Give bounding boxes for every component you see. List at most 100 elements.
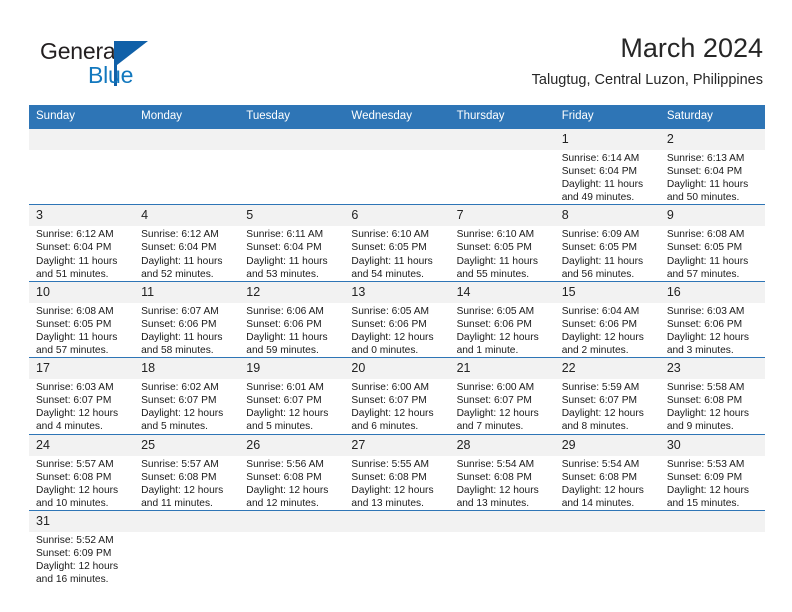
day-details: Sunrise: 5:54 AM Sunset: 6:08 PM Daylight:… xyxy=(450,456,555,510)
sunrise-text: Sunrise: 6:14 AM xyxy=(561,153,640,164)
day-number: 22 xyxy=(554,358,660,380)
calendar-day-cell[interactable]: 16 Sunrise: 6:03 AM Sunset: 6:06 PM Dayligh… xyxy=(659,280,765,358)
daylight-text-line1: Daylight: 12 hours xyxy=(456,484,539,496)
daylight-text-line2: and 52 minutes. xyxy=(141,268,214,280)
sunrise-text: Sunrise: 6:08 AM xyxy=(36,305,114,317)
calendar-day-cell[interactable]: 14 Sunrise: 6:05 AM Sunset: 6:06 PM Dayligh… xyxy=(449,280,555,358)
calendar-day-cell[interactable]: 5 Sunrise: 6:11 AM Sunset: 6:04 PM Daylight… xyxy=(239,204,345,282)
calendar-day-cell[interactable]: 17 Sunrise: 6:03 AM Sunset: 6:07 PM Dayligh… xyxy=(29,357,135,434)
day-details: Sunrise: 6:02 AM Sunset: 6:07 PM Daylight:… xyxy=(134,379,239,433)
day-number xyxy=(134,129,240,150)
sunset-text: Sunset: 6:04 PM xyxy=(666,166,743,178)
sunrise-text: Sunrise: 5:53 AM xyxy=(666,458,745,470)
sunrise-text: Sunrise: 5:58 AM xyxy=(666,382,745,394)
daylight-text-line2: and 54 minutes. xyxy=(351,268,424,280)
daylight-text-line2: and 1 minute. xyxy=(456,345,519,357)
daylight-text-line2: and 13 minutes. xyxy=(351,497,424,509)
calendar-day-cell[interactable]: 4 Sunrise: 6:12 AM Sunset: 6:04 PM Daylight… xyxy=(134,204,240,282)
sunset-text: Sunset: 6:06 PM xyxy=(351,318,427,330)
daylight-text-line2: and 4 minutes. xyxy=(36,421,103,433)
daylight-text-line1: Daylight: 11 hours xyxy=(456,255,538,267)
day-number: 5 xyxy=(239,205,345,227)
day-details: Sunrise: 6:10 AM Sunset: 6:05 PM Daylight:… xyxy=(450,226,555,280)
calendar-day-cell[interactable]: 15 Sunrise: 6:04 AM Sunset: 6:06 PM Dayligh… xyxy=(554,280,660,358)
sunrise-text: Sunrise: 5:57 AM xyxy=(36,458,114,470)
calendar-day-cell[interactable]: 21 Sunrise: 6:00 AM Sunset: 6:07 PM Dayligh… xyxy=(449,357,555,434)
daylight-text-line2: and 57 minutes. xyxy=(36,345,109,357)
sunset-text: Sunset: 6:06 PM xyxy=(141,318,217,330)
daylight-text-line1: Daylight: 12 hours xyxy=(246,408,329,420)
calendar-day-cell[interactable]: 28 Sunrise: 5:54 AM Sunset: 6:08 PM Dayligh… xyxy=(449,433,555,511)
calendar-day-cell[interactable]: 9 Sunrise: 6:08 AM Sunset: 6:05 PM Daylight… xyxy=(659,204,765,282)
calendar-day-cell[interactable]: 26 Sunrise: 5:56 AM Sunset: 6:08 PM Dayligh… xyxy=(239,433,345,511)
day-number: 23 xyxy=(659,358,765,380)
day-number xyxy=(29,129,135,150)
sunrise-text: Sunrise: 5:59 AM xyxy=(561,382,640,394)
calendar-day-cell[interactable]: 12 Sunrise: 6:06 AM Sunset: 6:06 PM Dayligh… xyxy=(239,280,345,358)
daylight-text-line1: Daylight: 12 hours xyxy=(666,408,749,420)
daylight-text-line1: Daylight: 12 hours xyxy=(141,408,224,420)
daylight-text-line2: and 15 minutes. xyxy=(666,497,740,509)
day-number xyxy=(449,510,555,532)
day-details: Sunrise: 6:12 AM Sunset: 6:04 PM Daylight:… xyxy=(29,226,134,280)
day-details: Sunrise: 6:12 AM Sunset: 6:04 PM Daylight:… xyxy=(134,226,239,280)
sunrise-text: Sunrise: 6:03 AM xyxy=(666,305,745,317)
sunset-text: Sunset: 6:06 PM xyxy=(456,318,532,330)
sunset-text: Sunset: 6:08 PM xyxy=(141,471,217,483)
page-title: March 2024 xyxy=(620,33,763,63)
calendar-day-cell[interactable]: 8 Sunrise: 6:09 AM Sunset: 6:05 PM Daylight… xyxy=(554,204,660,282)
sunrise-text: Sunrise: 5:54 AM xyxy=(456,458,535,470)
page-header: General Blue March 2024 Talugtug, Centra… xyxy=(0,0,792,100)
calendar-day-cell[interactable]: 11 Sunrise: 6:07 AM Sunset: 6:06 PM Dayligh… xyxy=(134,280,240,358)
sunrise-text: Sunrise: 6:10 AM xyxy=(351,229,430,241)
daylight-text-line1: Daylight: 12 hours xyxy=(351,484,434,496)
calendar-day-cell[interactable]: 18 Sunrise: 6:02 AM Sunset: 6:07 PM Dayligh… xyxy=(134,357,240,434)
sunset-text: Sunset: 6:09 PM xyxy=(666,471,743,483)
day-details: Sunrise: 5:52 AM Sunset: 6:09 PM Daylight:… xyxy=(29,532,134,586)
calendar-table: Sunday Monday Tuesday Wednesday Thursday… xyxy=(29,105,765,587)
calendar-day-cell[interactable]: 25 Sunrise: 5:57 AM Sunset: 6:08 PM Dayligh… xyxy=(134,433,240,511)
sunset-text: Sunset: 6:07 PM xyxy=(561,395,638,407)
calendar-day-cell[interactable]: 6 Sunrise: 6:10 AM Sunset: 6:05 PM Daylight… xyxy=(344,204,450,282)
sunrise-text: Sunrise: 6:11 AM xyxy=(246,229,324,241)
day-number xyxy=(239,129,345,150)
sunrise-text: Sunrise: 6:12 AM xyxy=(36,229,114,241)
sunrise-text: Sunrise: 6:12 AM xyxy=(141,229,219,241)
calendar-day-cell[interactable]: 20 Sunrise: 6:00 AM Sunset: 6:07 PM Dayligh… xyxy=(344,357,450,434)
day-number: 30 xyxy=(659,434,765,456)
calendar-week-row: 3 Sunrise: 6:12 AM Sunset: 6:04 PM Daylight… xyxy=(29,204,765,282)
calendar-day-cell[interactable]: 1 Sunrise: 6:14 AM Sunset: 6:04 PM Daylight… xyxy=(554,127,660,205)
calendar-day-cell[interactable]: 2 Sunrise: 6:13 AM Sunset: 6:04 PM Daylight… xyxy=(659,127,765,205)
logo-text-general: General xyxy=(40,38,121,64)
calendar-day-cell[interactable]: 13 Sunrise: 6:05 AM Sunset: 6:06 PM Dayligh… xyxy=(344,280,450,358)
calendar-day-cell[interactable]: 22 Sunrise: 5:59 AM Sunset: 6:07 PM Dayligh… xyxy=(554,357,660,434)
daylight-text-line1: Daylight: 11 hours xyxy=(561,179,644,191)
daylight-text-line2: and 51 minutes. xyxy=(36,268,109,280)
calendar-day-cell[interactable]: 10 Sunrise: 6:08 AM Sunset: 6:05 PM Dayligh… xyxy=(29,280,135,358)
calendar-day-cell[interactable]: 7 Sunrise: 6:10 AM Sunset: 6:05 PM Daylight… xyxy=(449,204,555,282)
sunset-text: Sunset: 6:07 PM xyxy=(456,395,532,407)
calendar-day-cell[interactable]: 3 Sunrise: 6:12 AM Sunset: 6:04 PM Daylight… xyxy=(29,204,135,282)
sunrise-text: Sunrise: 6:00 AM xyxy=(351,382,430,394)
sunrise-text: Sunrise: 6:10 AM xyxy=(456,229,535,241)
sunset-text: Sunset: 6:06 PM xyxy=(561,318,638,330)
daylight-text-line2: and 3 minutes. xyxy=(666,345,734,357)
weekday-header-monday: Monday xyxy=(134,105,240,129)
calendar-day-cell[interactable]: 23 Sunrise: 5:58 AM Sunset: 6:08 PM Dayligh… xyxy=(659,357,765,434)
day-number: 2 xyxy=(659,129,765,150)
daylight-text-line1: Daylight: 11 hours xyxy=(351,255,433,267)
sunset-text: Sunset: 6:05 PM xyxy=(456,242,532,254)
general-blue-logo: General Blue xyxy=(40,38,200,90)
day-details: Sunrise: 6:03 AM Sunset: 6:06 PM Daylight:… xyxy=(660,303,765,357)
daylight-text-line1: Daylight: 11 hours xyxy=(36,331,118,343)
calendar-day-cell[interactable]: 29 Sunrise: 5:54 AM Sunset: 6:08 PM Dayligh… xyxy=(554,433,660,511)
calendar-day-cell[interactable]: 19 Sunrise: 6:01 AM Sunset: 6:07 PM Dayligh… xyxy=(239,357,345,434)
calendar-day-cell[interactable]: 24 Sunrise: 5:57 AM Sunset: 6:08 PM Dayligh… xyxy=(29,433,135,511)
calendar-day-cell[interactable]: 27 Sunrise: 5:55 AM Sunset: 6:08 PM Dayligh… xyxy=(344,433,450,511)
calendar-day-cell[interactable]: 31 Sunrise: 5:52 AM Sunset: 6:09 PM Dayligh… xyxy=(29,509,135,587)
day-number: 18 xyxy=(134,358,240,380)
logo-text-blue: Blue xyxy=(88,62,134,88)
sunrise-text: Sunrise: 6:13 AM xyxy=(666,153,745,164)
calendar-day-cell[interactable]: 30 Sunrise: 5:53 AM Sunset: 6:09 PM Dayligh… xyxy=(659,433,765,511)
weekday-header-friday: Friday xyxy=(554,105,660,129)
